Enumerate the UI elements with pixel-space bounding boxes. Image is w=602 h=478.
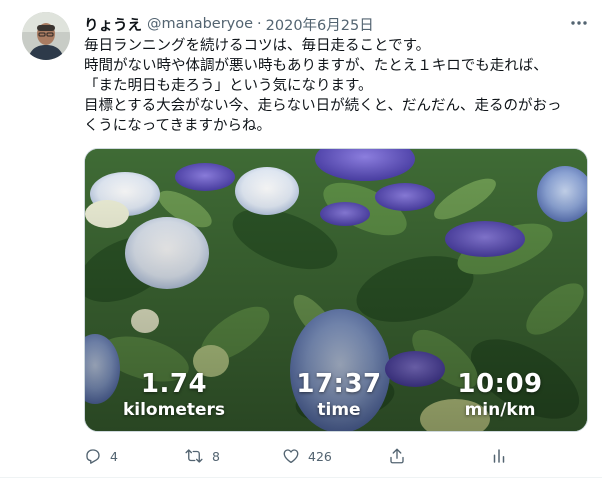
- tweet[interactable]: りょうえ @manaberyoe · 2020年6月25日 毎日ランニングを続け…: [0, 0, 602, 478]
- distance-stat: 1.74 kilometers: [99, 369, 249, 421]
- like-button[interactable]: 426: [282, 444, 332, 468]
- tweet-media[interactable]: 1.74 kilometers 17:37 time 10:09 min/km: [84, 148, 588, 432]
- distance-value: 1.74: [140, 369, 208, 399]
- reply-button[interactable]: 4: [84, 444, 118, 468]
- like-count: 426: [308, 448, 332, 464]
- tweet-text-line: 毎日ランニングを続けるコツは、毎日走ることです。: [84, 38, 431, 54]
- tweet-header: りょうえ @manaberyoe · 2020年6月25日: [84, 14, 374, 34]
- pace-stat: 10:09 min/km: [425, 369, 575, 421]
- analytics-button[interactable]: [490, 444, 508, 468]
- tweet-text-line: 「また明日も走ろう」という気になります。: [84, 78, 373, 94]
- analytics-icon: [493, 449, 505, 463]
- time-unit: time: [317, 400, 361, 420]
- distance-unit: kilometers: [122, 400, 226, 420]
- heart-icon: [283, 449, 299, 464]
- time-value: 17:37: [296, 369, 382, 399]
- pace-unit: min/km: [464, 400, 536, 420]
- tweet-text: 毎日ランニングを続けるコツは、毎日走ることです。 時間がない時や体調が悪い時もあ…: [84, 36, 592, 136]
- more-horizontal-icon: [571, 21, 587, 25]
- pace-value: 10:09: [457, 369, 543, 399]
- reply-icon: [86, 449, 100, 464]
- tweet-date[interactable]: 2020年6月25日: [266, 14, 374, 35]
- tweet-actions: 4 8 426: [84, 444, 514, 468]
- tweet-text-line: くうになってきますからね。: [84, 118, 272, 134]
- retweet-icon: [185, 449, 203, 463]
- reply-count: 4: [110, 448, 118, 464]
- tweet-text-line: 時間がない時や体調が悪い時もありますが、たとえ１キロでも走れば、: [84, 58, 548, 74]
- avatar[interactable]: [22, 12, 70, 60]
- retweet-button[interactable]: 8: [184, 444, 220, 468]
- tweet-text-line: 目標とする大会がない今、走らない日が続くと、だんだん、走るのがおっ: [84, 98, 562, 114]
- share-button[interactable]: [388, 444, 406, 468]
- more-button[interactable]: [566, 10, 592, 36]
- share-icon: [390, 448, 404, 464]
- user-handle[interactable]: @manaberyoe: [147, 16, 253, 32]
- retweet-count: 8: [212, 448, 220, 464]
- separator-dot: ·: [257, 16, 262, 32]
- display-name[interactable]: りょうえ: [84, 14, 142, 35]
- time-stat: 17:37 time: [269, 369, 409, 421]
